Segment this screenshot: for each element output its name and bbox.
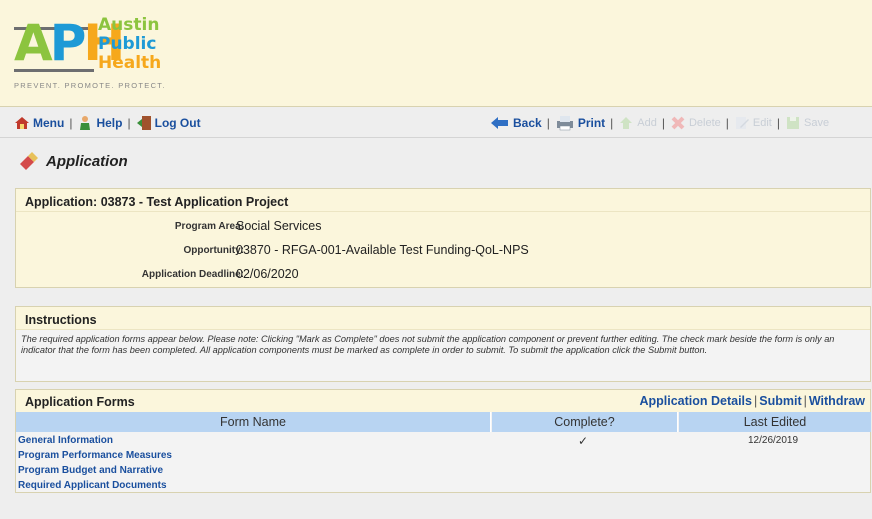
application-heading: Application: 03873 - Test Application Pr… (16, 189, 870, 212)
print-label: Print (577, 116, 606, 130)
logo-wordmark: Austin Public Health (98, 16, 161, 73)
help-person-icon (80, 116, 91, 130)
logo-word-health: Health (98, 53, 162, 73)
menu-button[interactable]: Menu (14, 115, 64, 131)
withdraw-link[interactable]: Withdraw (809, 394, 865, 408)
table-row: Required Applicant Documents (16, 479, 871, 494)
logo-tagline: PREVENT. PROMOTE. PROTECT. (14, 81, 166, 90)
table-row: General Information ✓ 12/26/2019 (16, 434, 871, 449)
application-forms-panel: Application Forms Application Details | Su… (15, 389, 871, 493)
forms-header: Application Forms Application Details | Su… (16, 390, 870, 412)
complete-checkmark-icon: ✓ (578, 434, 589, 448)
submit-link[interactable]: Submit (759, 394, 801, 408)
edit-label: Edit (752, 117, 772, 129)
back-arrow-icon (491, 117, 508, 129)
back-label: Back (513, 116, 542, 130)
application-details-link[interactable]: Application Details (639, 394, 752, 408)
form-link-program-budget-and-narrative[interactable]: Program Budget and Narrative (18, 465, 163, 476)
link-separator: | (754, 394, 758, 408)
add-icon (620, 117, 633, 129)
instructions-heading: Instructions (16, 307, 870, 330)
add-label: Add (637, 117, 657, 129)
printer-icon (556, 116, 573, 131)
forms-action-links: Application Details | Submit | Withdraw (639, 394, 865, 408)
page-title: Application (18, 150, 128, 172)
toolbar-separator: | (776, 116, 780, 130)
table-row: Program Budget and Narrative (16, 464, 871, 479)
logout-label: Log Out (154, 116, 201, 130)
field-value: 02/06/2020 (236, 267, 299, 281)
toolbar-right: Back | Print | Add | Delete | Edit | Sav… (490, 115, 829, 131)
print-button[interactable]: Print (555, 115, 605, 131)
help-button[interactable]: Help (77, 115, 122, 131)
logout-button[interactable]: Log Out (136, 115, 201, 131)
field-application-deadline: Application Deadline: 02/06/2020 (16, 267, 872, 285)
last-edited-date: 12/26/2019 (748, 435, 799, 446)
field-label: Opportunity: (183, 245, 244, 256)
delete-button[interactable]: Delete (670, 115, 721, 131)
form-link-program-performance-measures[interactable]: Program Performance Measures (18, 450, 172, 461)
back-button[interactable]: Back (490, 115, 542, 131)
toolbar-separator: | (546, 116, 550, 130)
toolbar-left: Menu | Help | Log Out (14, 115, 201, 131)
logo-word-austin: Austin (98, 15, 160, 35)
toolbar-separator: | (69, 116, 73, 130)
field-label: Program Area: (174, 221, 244, 232)
logout-door-icon (136, 116, 151, 130)
austin-public-health-logo: APH Austin Public Health PREVENT. PROMOT… (14, 14, 174, 94)
column-header-last-edited: Last Edited (679, 412, 871, 432)
column-header-complete: Complete? (492, 412, 678, 432)
save-button[interactable]: Save (785, 115, 829, 131)
add-button[interactable]: Add (618, 115, 657, 131)
field-value: Social Services (236, 219, 322, 233)
field-opportunity: Opportunity: 03870 - RFGA-001-Available … (16, 243, 872, 261)
toolbar-separator: | (661, 116, 665, 130)
application-icon (20, 152, 38, 170)
forms-heading: Application Forms (25, 395, 135, 409)
site-header: APH Austin Public Health PREVENT. PROMOT… (0, 0, 872, 107)
field-label: Application Deadline: (141, 269, 244, 280)
link-separator: | (803, 394, 807, 408)
help-label: Help (96, 116, 123, 130)
menu-label: Menu (33, 116, 65, 130)
toolbar-separator: | (725, 116, 729, 130)
page-title-text: Application (46, 152, 128, 170)
toolbar: Menu | Help | Log Out Back | Print | Add… (0, 108, 872, 138)
form-link-general-information[interactable]: General Information (18, 435, 113, 446)
save-disk-icon (787, 117, 799, 129)
application-summary-panel: Application: 03873 - Test Application Pr… (15, 188, 871, 288)
edit-button[interactable]: Edit (734, 115, 772, 131)
logo-word-public: Public (98, 34, 157, 54)
delete-icon (671, 116, 685, 130)
table-row: Program Performance Measures (16, 449, 871, 464)
edit-icon (735, 117, 749, 129)
logo-bar-bottom (14, 69, 94, 72)
delete-label: Delete (688, 117, 721, 129)
field-value: 03870 - RFGA-001-Available Test Funding-… (236, 243, 529, 257)
home-icon (15, 117, 29, 129)
instructions-panel: Instructions The required application fo… (15, 306, 871, 382)
toolbar-separator: | (610, 116, 614, 130)
save-label: Save (804, 117, 830, 129)
field-program-area: Program Area: Social Services (16, 219, 872, 237)
column-header-form-name: Form Name (16, 412, 491, 432)
instructions-text: The required application forms appear be… (16, 330, 870, 381)
toolbar-separator: | (127, 116, 131, 130)
form-link-required-applicant-documents[interactable]: Required Applicant Documents (18, 480, 167, 491)
